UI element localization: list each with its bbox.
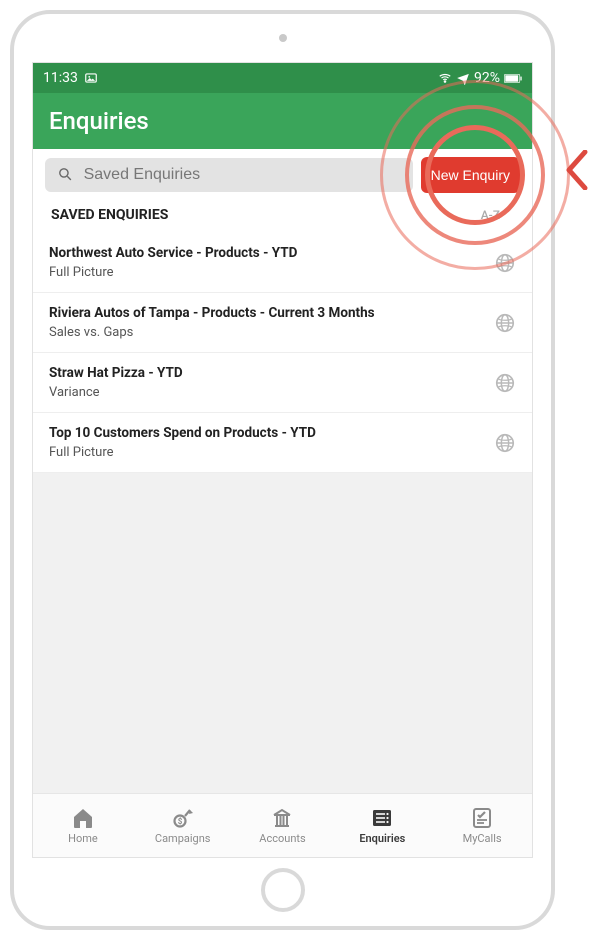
enquiry-row[interactable]: Riviera Autos of Tampa - Products - Curr… [33, 293, 532, 353]
app-header: Enquiries [33, 93, 532, 149]
enquiry-title: Riviera Autos of Tampa - Products - Curr… [49, 305, 482, 321]
nav-label: MyCalls [463, 832, 502, 845]
enquiries-list: Northwest Auto Service - Products - YTD F… [33, 233, 532, 793]
page-title: Enquiries [49, 107, 149, 135]
airplane-icon [456, 71, 470, 85]
battery-icon [504, 71, 522, 85]
globe-icon [494, 432, 516, 454]
enquiry-subtitle: Variance [49, 385, 482, 400]
search-row: New Enquiry [33, 149, 532, 201]
enquiry-title: Top 10 Customers Spend on Products - YTD [49, 425, 482, 441]
campaigns-icon [171, 806, 195, 830]
globe-icon [494, 312, 516, 334]
tablet-home-button[interactable] [261, 868, 305, 912]
bottom-nav: Home Campaigns Accounts Enquiries MyCalls [33, 793, 532, 857]
search-box[interactable] [45, 158, 413, 192]
nav-campaigns[interactable]: Campaigns [133, 794, 233, 857]
status-time: 11:33 [43, 70, 78, 86]
enquiry-subtitle: Full Picture [49, 265, 482, 280]
pointer-arrow-icon [565, 150, 589, 194]
nav-label: Accounts [259, 832, 305, 845]
enquiries-icon [370, 806, 394, 830]
enquiry-subtitle: Full Picture [49, 445, 482, 460]
enquiry-title: Northwest Auto Service - Products - YTD [49, 245, 482, 261]
enquiry-title: Straw Hat Pizza - YTD [49, 365, 482, 381]
tablet-camera-dot [279, 34, 287, 42]
section-title: SAVED ENQUIRIES [51, 207, 168, 223]
new-enquiry-button[interactable]: New Enquiry [421, 157, 520, 193]
globe-icon [494, 252, 516, 274]
globe-icon [494, 372, 516, 394]
mycalls-icon [470, 806, 494, 830]
nav-label: Home [68, 832, 98, 845]
wifi-icon [438, 71, 452, 85]
search-input[interactable] [84, 166, 401, 184]
nav-home[interactable]: Home [33, 794, 133, 857]
enquiry-row[interactable]: Straw Hat Pizza - YTD Variance [33, 353, 532, 413]
tablet-frame: 11:33 92% [10, 10, 555, 930]
enquiry-subtitle: Sales vs. Gaps [49, 325, 482, 340]
nav-enquiries[interactable]: Enquiries [332, 794, 432, 857]
nav-mycalls[interactable]: MyCalls [432, 794, 532, 857]
enquiry-row[interactable]: Northwest Auto Service - Products - YTD F… [33, 233, 532, 293]
enquiry-row[interactable]: Top 10 Customers Spend on Products - YTD… [33, 413, 532, 473]
status-battery-text: 92% [474, 70, 500, 86]
accounts-icon [270, 806, 294, 830]
picture-icon [84, 71, 98, 85]
home-icon [71, 806, 95, 830]
status-bar: 11:33 92% [33, 63, 532, 93]
nav-label: Campaigns [155, 832, 211, 845]
nav-accounts[interactable]: Accounts [233, 794, 333, 857]
search-icon [57, 166, 74, 184]
app-screen: 11:33 92% [32, 62, 533, 858]
sort-toggle[interactable]: A-Z [481, 208, 514, 222]
nav-label: Enquiries [359, 832, 405, 845]
section-header: SAVED ENQUIRIES A-Z [33, 201, 532, 233]
